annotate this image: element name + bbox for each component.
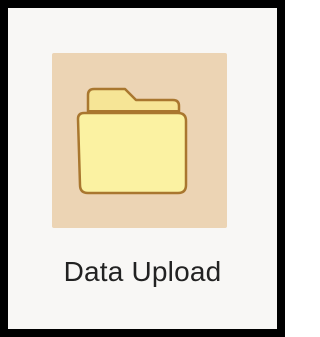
folder-icon[interactable] xyxy=(52,53,227,228)
folder-label[interactable]: Data Upload xyxy=(8,254,277,290)
desktop-shortcut-tile[interactable]: Data Upload xyxy=(0,0,285,337)
